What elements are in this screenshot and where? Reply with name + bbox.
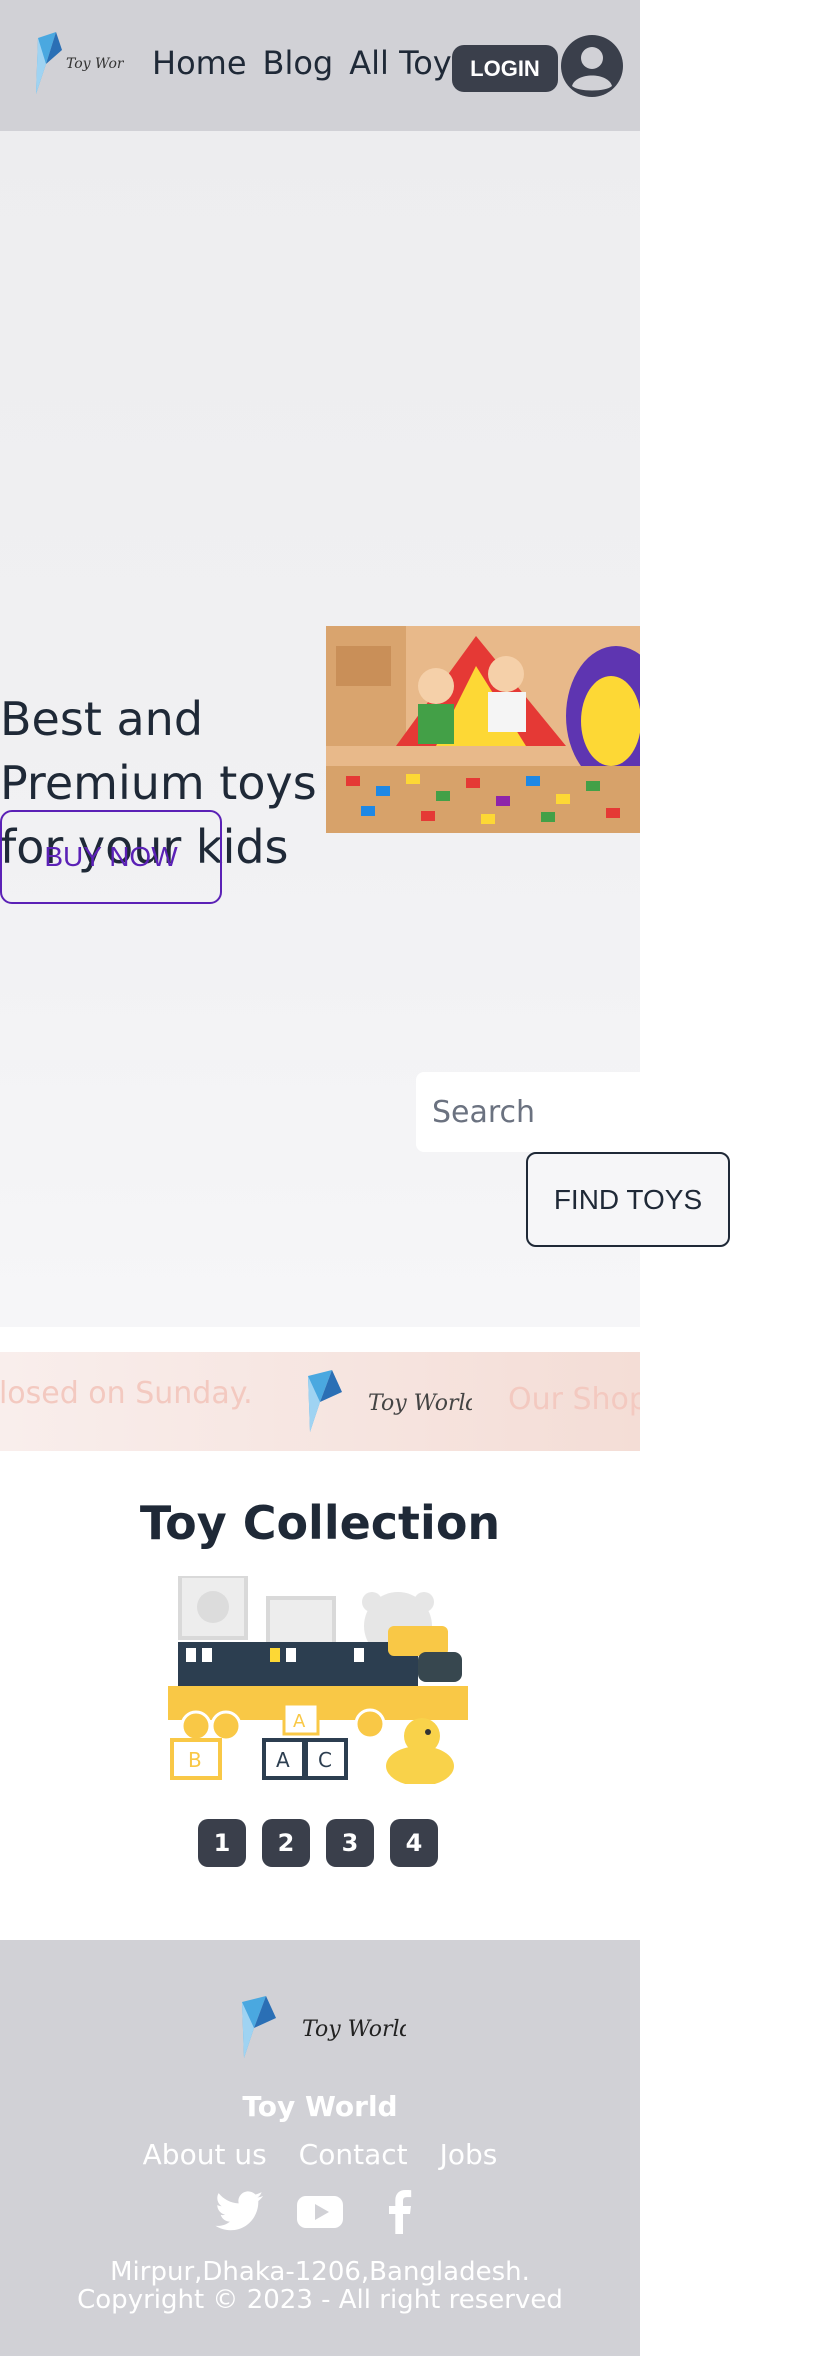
facebook-icon[interactable] [375, 2188, 425, 2236]
band-logo: Toy World [308, 1370, 472, 1432]
footer-link-jobs[interactable]: Jobs [440, 2138, 498, 2171]
footer-copyright: Copyright © 2023 - All right reserved [77, 2285, 563, 2315]
login-button[interactable]: LOGIN [452, 45, 558, 92]
toy-collection-image: A B A C [168, 1576, 468, 1784]
navbar: Toy World Home Blog All Toys LOGIN [0, 0, 640, 131]
social-links [0, 2188, 640, 2236]
twitter-icon[interactable] [215, 2188, 265, 2236]
svg-text:Toy World: Toy World [368, 1391, 472, 1416]
footer-links: About us Contact Jobs [0, 2138, 640, 2171]
page-button-4[interactable]: 4 [390, 1819, 438, 1867]
toy-world-logo[interactable]: Toy World [32, 28, 124, 100]
page-button-2[interactable]: 2 [262, 1819, 310, 1867]
svg-text:Toy World: Toy World [66, 56, 124, 72]
search-input[interactable]: Search [416, 1072, 640, 1152]
kids-playing-image [326, 626, 640, 833]
youtube-icon[interactable] [295, 2188, 345, 2236]
band-text-left: Closed on Sunday. [0, 1376, 253, 1411]
band-text-right: Our Shop [508, 1382, 640, 1417]
find-toys-button[interactable]: FIND TOYS [526, 1152, 730, 1247]
announcement-band: Closed on Sunday. Toy World Our Shop [0, 1352, 640, 1451]
user-avatar-icon[interactable] [560, 34, 624, 98]
svg-text:B: B [188, 1748, 202, 1772]
nav-blog[interactable]: Blog [263, 44, 334, 82]
collection-title: Toy Collection [139, 1496, 501, 1550]
pagination: 1 2 3 4 [198, 1819, 438, 1867]
nav-all-toys[interactable]: All Toys [349, 44, 468, 82]
page: Toy World Home Blog All Toys LOGIN Best … [0, 0, 730, 2356]
footer-address-block: Mirpur,Dhaka-1206,Bangladesh. Copyright … [0, 2258, 640, 2314]
page-button-3[interactable]: 3 [326, 1819, 374, 1867]
footer-link-about[interactable]: About us [143, 2138, 267, 2171]
hero-section: Best and Premium toys for your kids BUY … [0, 131, 730, 1327]
footer-address: Mirpur,Dhaka-1206,Bangladesh. [110, 2257, 530, 2287]
footer-logo: Toy World [242, 1996, 406, 2058]
footer-brand-name: Toy World [242, 2090, 398, 2123]
footer-link-contact[interactable]: Contact [299, 2138, 408, 2171]
svg-text:A: A [276, 1748, 290, 1772]
buy-now-button[interactable]: BUY NOW [0, 810, 222, 904]
nav-links: Home Blog All Toys [152, 44, 468, 82]
nav-home[interactable]: Home [152, 44, 247, 82]
svg-text:C: C [318, 1748, 332, 1772]
svg-text:A: A [293, 1711, 306, 1732]
page-button-1[interactable]: 1 [198, 1819, 246, 1867]
svg-text:Toy World: Toy World [302, 2017, 406, 2042]
footer: Toy World Toy World About us Contact Job… [0, 1940, 640, 2356]
